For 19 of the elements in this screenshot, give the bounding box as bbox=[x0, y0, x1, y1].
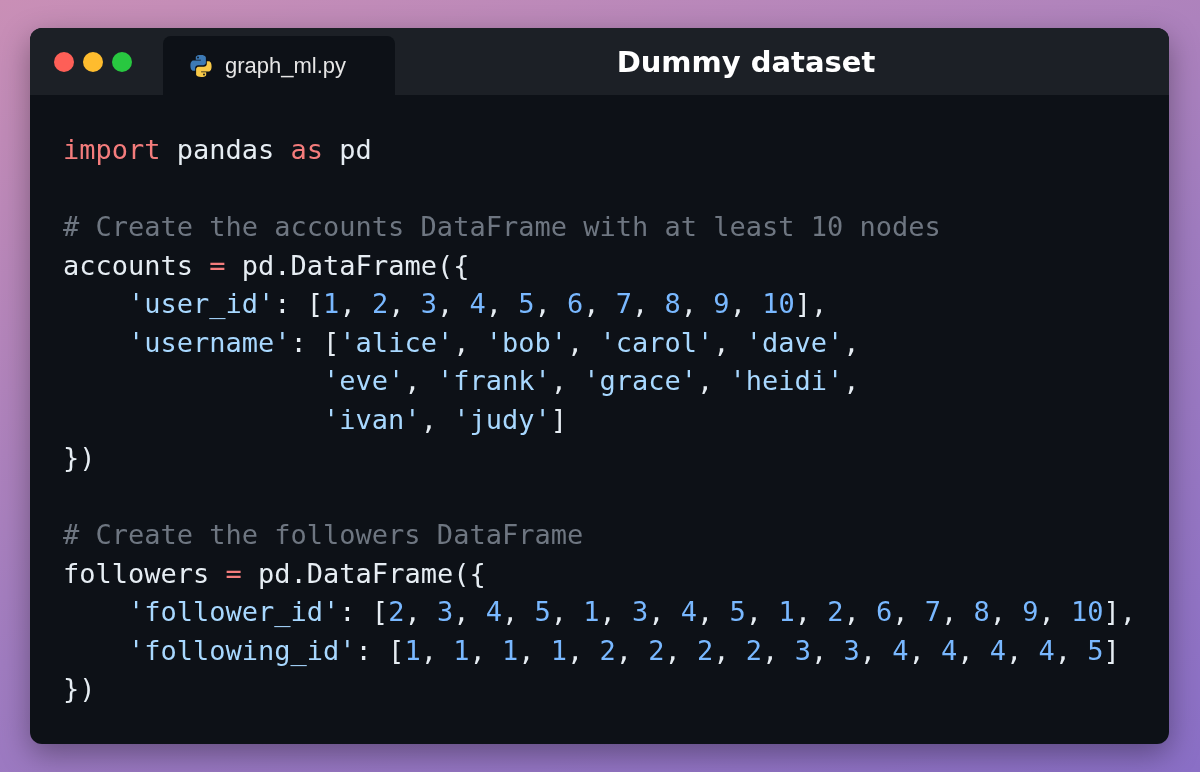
code-line: # Create the followers DataFrame bbox=[63, 518, 585, 552]
python-icon bbox=[189, 53, 213, 78]
code-line: 'eve', 'frank', 'grace', 'heidi', bbox=[322, 364, 861, 398]
code-line: 'user_id': [1, 2, 3, 4, 5, 6, 7, 8, 9, 10], bbox=[127, 287, 829, 321]
file-tab[interactable]: graph_ml.py bbox=[163, 36, 395, 95]
code-line: followers = pd.DataFrame({ bbox=[63, 556, 487, 591]
code-line: 'username': ['alice', 'bob', 'carol', 'dave', bbox=[127, 325, 861, 360]
code-line: 'follower_id': [2, 3, 4, 5, 1, 3, 4, 5, 1, 2, 6, 7, 8, 9, 10], bbox=[127, 595, 1138, 629]
code-line: 'ivan', 'judy'] bbox=[322, 402, 568, 437]
code-line: # Create the accounts DataFrame with at least 10 nodes bbox=[63, 210, 942, 244]
minimize-button[interactable] bbox=[83, 52, 103, 72]
zoom-button[interactable] bbox=[112, 52, 132, 72]
code-line: 'following_id': [1, 1, 1, 1, 2, 2, 2, 2, 3, 3, 4, 4, 4, 4, 5] bbox=[127, 633, 1121, 668]
code-line: import pandas as pd bbox=[63, 133, 373, 167]
window-title: Dummy dataset bbox=[616, 44, 876, 79]
code-line: }) bbox=[63, 441, 97, 475]
close-button[interactable] bbox=[54, 52, 74, 72]
code-line: accounts = pd.DataFrame({ bbox=[63, 248, 471, 283]
code-line: }) bbox=[63, 672, 97, 706]
